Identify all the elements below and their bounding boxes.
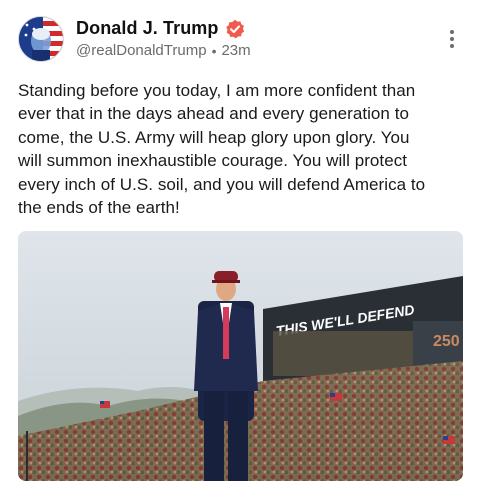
post-header: Donald J. Trump @realDonaldTrump • 23m xyxy=(18,16,462,66)
rally-photo: 250 THIS WE'LL DEFEND xyxy=(18,231,463,481)
post-image[interactable]: 250 THIS WE'LL DEFEND xyxy=(18,231,463,481)
handle[interactable]: @realDonaldTrump xyxy=(76,42,207,59)
display-name[interactable]: Donald J. Trump xyxy=(76,18,219,39)
verified-badge-icon xyxy=(225,19,245,39)
post-card: Donald J. Trump @realDonaldTrump • 23m S… xyxy=(0,0,480,500)
separator-dot: • xyxy=(211,42,217,59)
more-vertical-icon[interactable] xyxy=(448,30,456,52)
post-text: Standing before you today, I am more con… xyxy=(18,81,426,218)
handle-row: @realDonaldTrump • 23m xyxy=(76,42,251,59)
avatar[interactable] xyxy=(18,16,64,62)
timestamp[interactable]: 23m xyxy=(221,42,250,59)
name-row: Donald J. Trump xyxy=(76,18,245,39)
avatar-image xyxy=(19,17,63,61)
banner-number: 250 xyxy=(433,333,460,350)
